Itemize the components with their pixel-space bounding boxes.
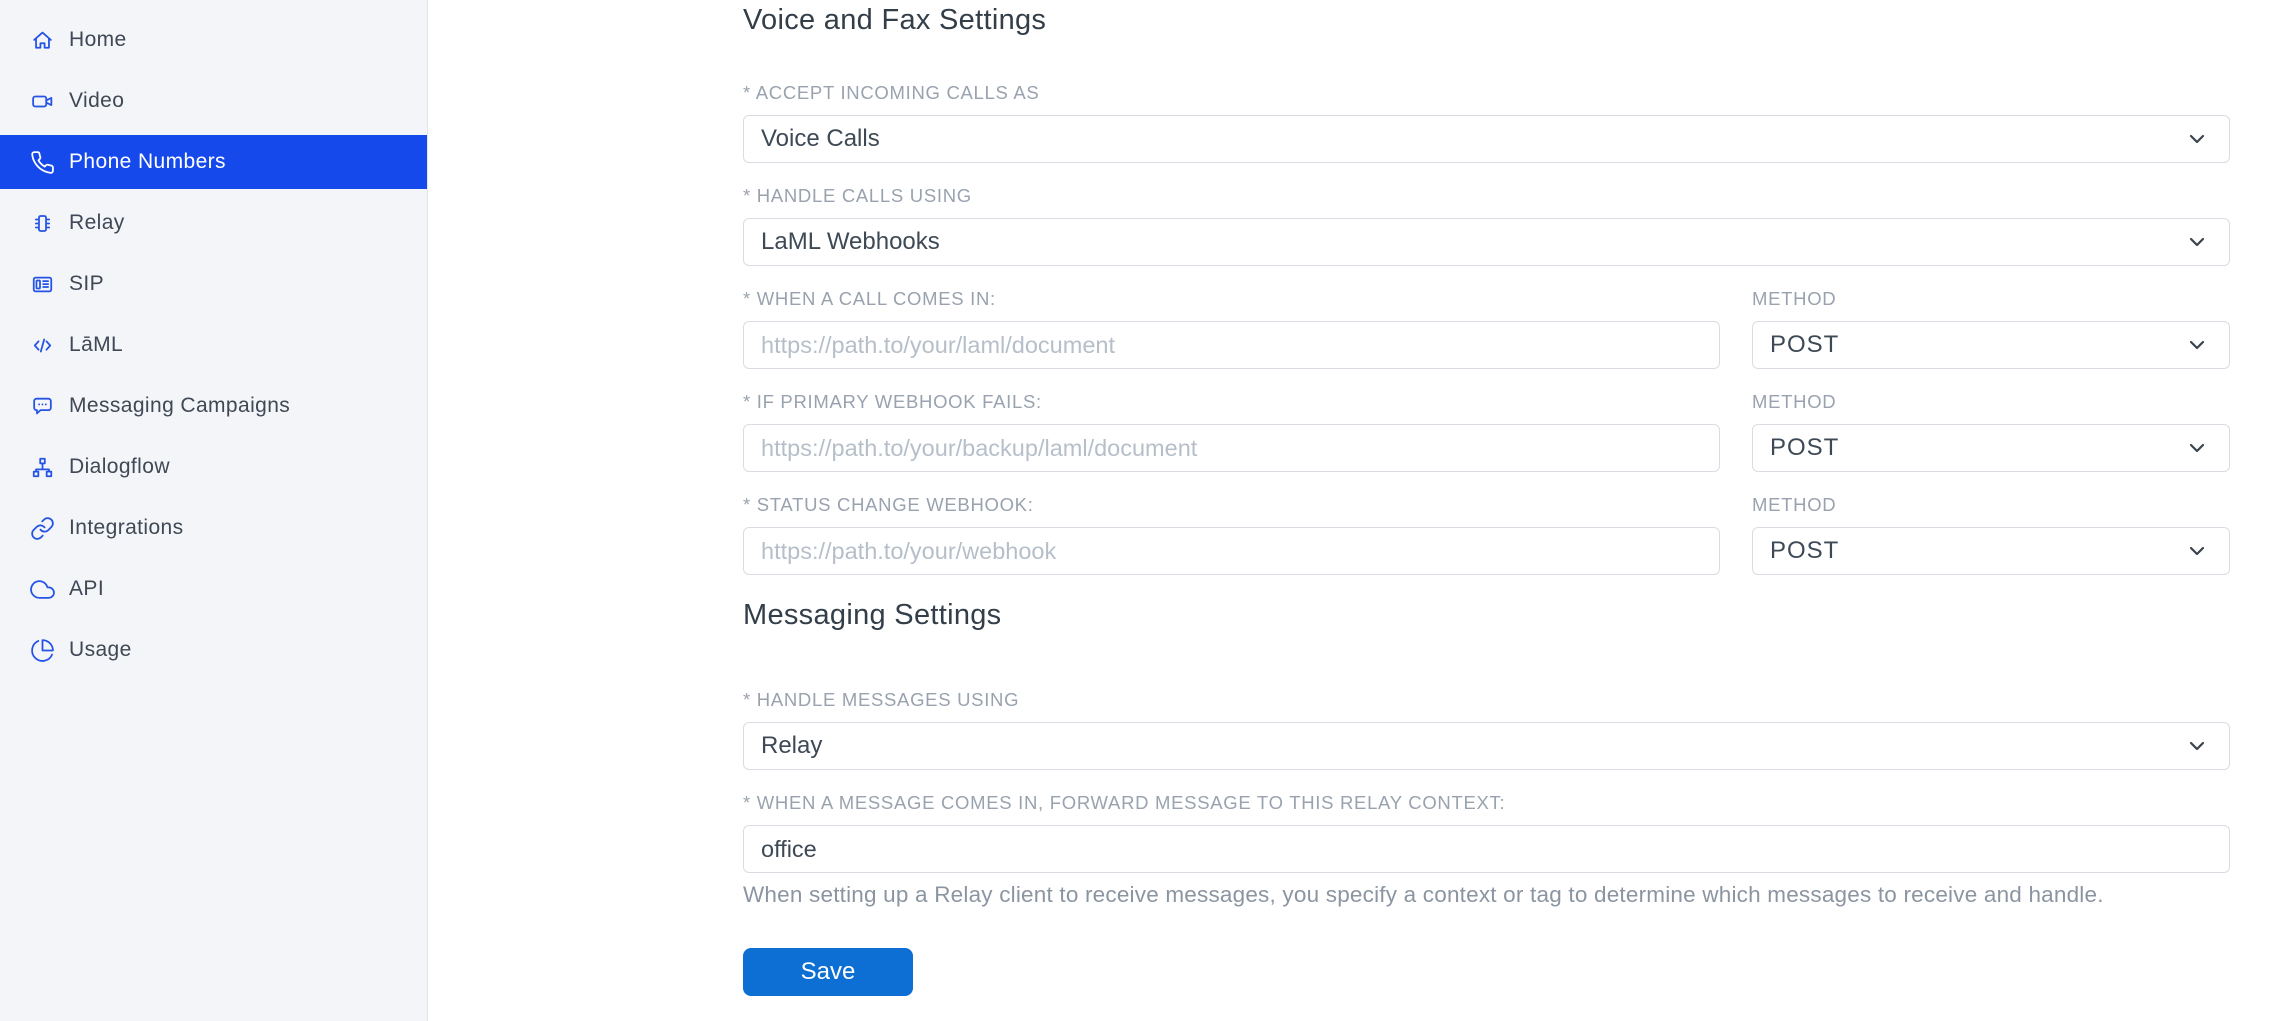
chat-bubble-icon — [30, 394, 55, 419]
primary-webhook-fails-input[interactable] — [743, 424, 1720, 472]
sidebar-item-sip[interactable]: SIP — [0, 257, 427, 311]
handle-calls-label: * HANDLE CALLS USING — [743, 185, 2230, 207]
accept-incoming-calls-select[interactable]: Voice Calls — [743, 115, 2230, 163]
save-button[interactable]: Save — [743, 948, 913, 996]
accept-incoming-calls-label: * ACCEPT INCOMING CALLS AS — [743, 82, 2230, 104]
sidebar-item-usage[interactable]: Usage — [0, 623, 427, 677]
handle-calls-select[interactable]: LaML Webhooks — [743, 218, 2230, 266]
sidebar-item-relay[interactable]: Relay — [0, 196, 427, 250]
sidebar-item-phone-numbers[interactable]: Phone Numbers — [0, 135, 427, 189]
when-call-comes-in-input[interactable] — [743, 321, 1720, 369]
link-icon — [30, 516, 55, 541]
sidebar-nav: Home Video Phone Numbers Relay SIP — [0, 13, 427, 677]
pie-chart-icon — [30, 638, 55, 663]
fallback-webhook-method-value: POST — [1770, 434, 1839, 462]
sidebar-item-label: Relay — [69, 211, 125, 235]
chevron-down-icon — [2185, 127, 2209, 151]
sidebar-item-label: Phone Numbers — [69, 150, 226, 174]
fallback-webhook-row: * IF PRIMARY WEBHOOK FAILS: METHOD POST — [743, 391, 2230, 472]
accept-incoming-calls-group: * ACCEPT INCOMING CALLS AS Voice Calls — [743, 82, 2230, 163]
sidebar-item-dialogflow[interactable]: Dialogflow — [0, 440, 427, 494]
home-icon — [30, 28, 55, 53]
handle-messages-select[interactable]: Relay — [743, 722, 2230, 770]
primary-webhook-fails-label: * IF PRIMARY WEBHOOK FAILS: — [743, 391, 1720, 413]
handle-messages-group: * HANDLE MESSAGES USING Relay — [743, 689, 2230, 770]
when-call-comes-in-label: * WHEN A CALL COMES IN: — [743, 288, 1720, 310]
status-change-webhook-label: * STATUS CHANGE WEBHOOK: — [743, 494, 1720, 516]
main-content: Voice and Fax Settings * ACCEPT INCOMING… — [428, 0, 2288, 1021]
relay-context-label: * WHEN A MESSAGE COMES IN, FORWARD MESSA… — [743, 792, 2230, 814]
sidebar-item-label: Usage — [69, 638, 132, 662]
sidebar-item-home[interactable]: Home — [0, 13, 427, 67]
status-webhook-row: * STATUS CHANGE WEBHOOK: METHOD POST — [743, 494, 2230, 575]
desk-phone-icon — [30, 272, 55, 297]
method-label: METHOD — [1752, 288, 2230, 310]
relay-context-helper-text: When setting up a Relay client to receiv… — [743, 882, 2230, 908]
chip-icon — [30, 211, 55, 236]
relay-context-input[interactable] — [743, 825, 2230, 873]
relay-context-group: * WHEN A MESSAGE COMES IN, FORWARD MESSA… — [743, 792, 2230, 908]
chevron-down-icon — [2185, 539, 2209, 563]
sidebar-item-label: SIP — [69, 272, 104, 296]
handle-messages-value: Relay — [761, 732, 822, 760]
sidebar-item-label: Integrations — [69, 516, 184, 540]
sidebar-item-messaging-campaigns[interactable]: Messaging Campaigns — [0, 379, 427, 433]
cloud-icon — [30, 577, 55, 602]
method-label: METHOD — [1752, 391, 2230, 413]
video-camera-icon — [30, 89, 55, 114]
code-icon — [30, 333, 55, 358]
sidebar-item-label: Video — [69, 89, 124, 113]
sidebar-item-label: Messaging Campaigns — [69, 394, 290, 418]
status-webhook-method-value: POST — [1770, 537, 1839, 565]
sidebar-item-video[interactable]: Video — [0, 74, 427, 128]
sidebar-item-integrations[interactable]: Integrations — [0, 501, 427, 555]
call-webhook-method-value: POST — [1770, 331, 1839, 359]
fallback-webhook-method-select[interactable]: POST — [1752, 424, 2230, 472]
sidebar: Home Video Phone Numbers Relay SIP — [0, 0, 428, 1021]
sidebar-item-label: API — [69, 577, 104, 601]
chevron-down-icon — [2185, 333, 2209, 357]
chevron-down-icon — [2185, 436, 2209, 460]
accept-incoming-calls-value: Voice Calls — [761, 125, 880, 153]
sidebar-item-label: Home — [69, 28, 127, 52]
method-label: METHOD — [1752, 494, 2230, 516]
handle-messages-label: * HANDLE MESSAGES USING — [743, 689, 2230, 711]
call-webhook-row: * WHEN A CALL COMES IN: METHOD POST — [743, 288, 2230, 369]
handle-calls-group: * HANDLE CALLS USING LaML Webhooks — [743, 185, 2230, 266]
chevron-down-icon — [2185, 230, 2209, 254]
sidebar-item-api[interactable]: API — [0, 562, 427, 616]
sidebar-item-label: LāML — [69, 333, 123, 357]
voice-fax-settings-heading: Voice and Fax Settings — [743, 2, 2230, 38]
call-webhook-method-select[interactable]: POST — [1752, 321, 2230, 369]
status-webhook-method-select[interactable]: POST — [1752, 527, 2230, 575]
sidebar-item-label: Dialogflow — [69, 455, 170, 479]
status-change-webhook-input[interactable] — [743, 527, 1720, 575]
sitemap-icon — [30, 455, 55, 480]
phone-icon — [30, 150, 55, 175]
chevron-down-icon — [2185, 734, 2209, 758]
messaging-settings-heading: Messaging Settings — [743, 597, 2230, 633]
sidebar-item-laml[interactable]: LāML — [0, 318, 427, 372]
handle-calls-value: LaML Webhooks — [761, 228, 940, 256]
